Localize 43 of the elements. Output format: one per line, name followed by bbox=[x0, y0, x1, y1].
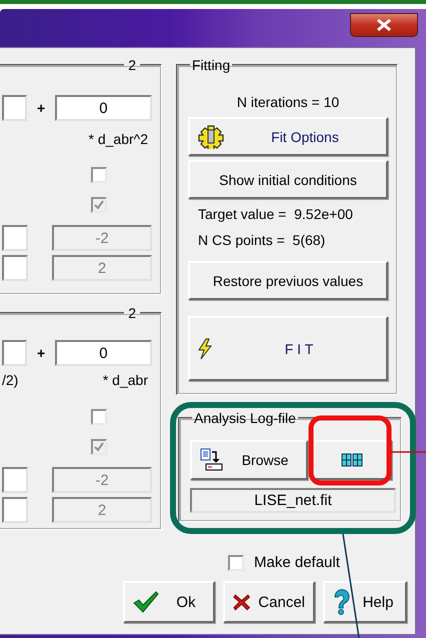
browse-button[interactable]: Browse bbox=[190, 440, 308, 480]
status-text: N CS points = 5(68) bbox=[197, 231, 326, 250]
input-field[interactable] bbox=[2, 225, 28, 251]
input-field[interactable] bbox=[2, 497, 28, 523]
dialog-button[interactable]: Ok bbox=[123, 581, 215, 623]
action-button[interactable]: F I T bbox=[188, 316, 388, 381]
input-field[interactable] bbox=[2, 255, 28, 281]
group-title: Analysis Log-file bbox=[193, 410, 297, 426]
file-transfer-icon bbox=[200, 448, 224, 472]
grid-icon bbox=[340, 453, 363, 467]
action-button[interactable]: Restore previuos values bbox=[188, 261, 388, 300]
formula-label: /2) bbox=[2, 372, 18, 388]
checkbox[interactable] bbox=[228, 554, 244, 570]
plus-sign: + bbox=[36, 100, 46, 116]
term-label: * d_abr bbox=[102, 372, 148, 388]
status-text: Target value = 9.52e+00 bbox=[197, 205, 354, 224]
status-text: N iterations = 10 bbox=[236, 93, 340, 112]
lightning-icon bbox=[198, 338, 212, 360]
question-icon bbox=[333, 589, 351, 615]
input-field[interactable] bbox=[2, 340, 28, 366]
term-label: * d_abr^2 bbox=[88, 131, 148, 147]
dialog-button[interactable]: Cancel bbox=[223, 581, 315, 623]
action-button[interactable]: Fit Options bbox=[188, 117, 388, 156]
input-field[interactable]: 0 bbox=[54, 340, 152, 366]
gear-icon bbox=[198, 124, 224, 148]
checkbox[interactable] bbox=[91, 167, 107, 183]
input-field[interactable] bbox=[2, 467, 28, 493]
input-field[interactable]: 0 bbox=[54, 95, 152, 121]
input-field[interactable] bbox=[2, 95, 28, 121]
dialog-button[interactable]: Help bbox=[323, 581, 407, 623]
action-button[interactable]: Show initial conditions bbox=[188, 160, 388, 199]
close-button[interactable] bbox=[350, 13, 418, 37]
checkmark-icon bbox=[133, 591, 159, 613]
leader-line bbox=[391, 451, 426, 453]
plus-sign: + bbox=[36, 345, 46, 361]
checkbox[interactable] bbox=[91, 409, 107, 425]
group-title: 2 bbox=[127, 305, 137, 321]
checkbox-label: Make default bbox=[254, 554, 340, 571]
close-icon bbox=[377, 19, 391, 31]
group-title: 2 bbox=[127, 57, 137, 73]
file-name-field[interactable]: LISE_net.fit bbox=[190, 488, 396, 513]
view-button[interactable] bbox=[311, 440, 392, 480]
group-title: Fitting bbox=[191, 57, 232, 73]
